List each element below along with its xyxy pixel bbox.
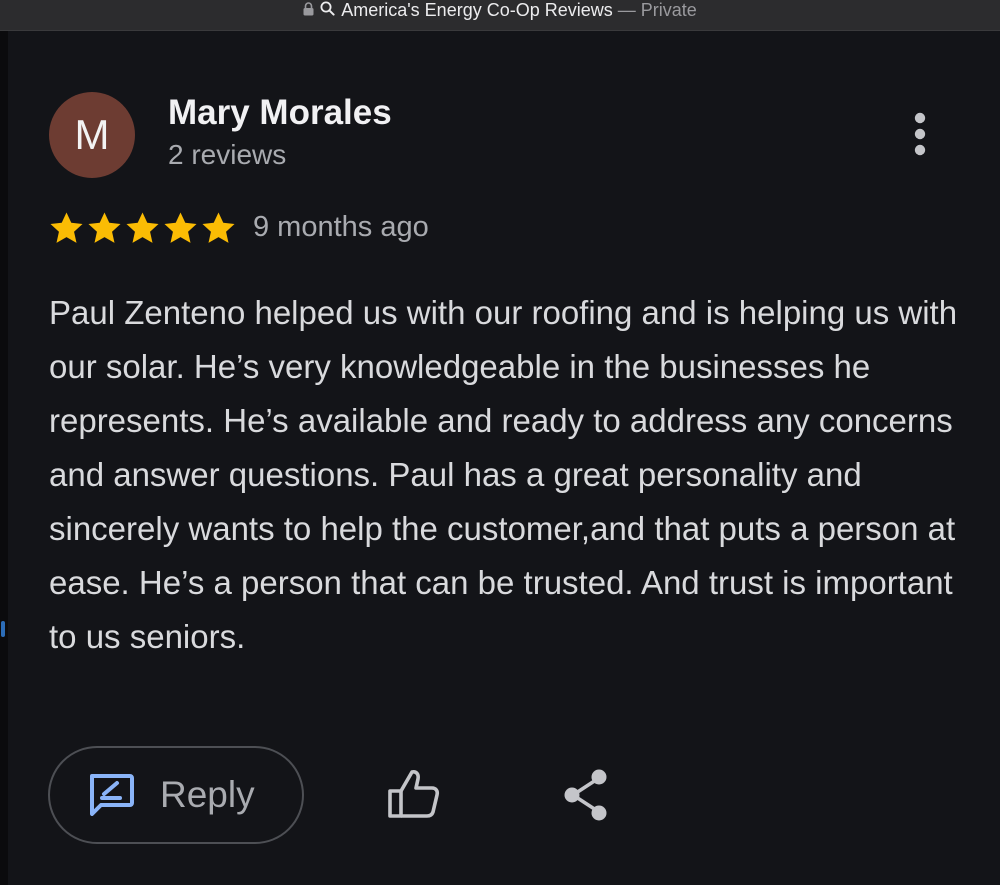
lock-icon xyxy=(303,0,314,21)
review-card: M Mary Morales 2 reviews 9 months ago Pa… xyxy=(8,31,1000,885)
avatar-initial: M xyxy=(74,111,110,158)
window-title-bar: America's Energy Co-Op Reviews — Private xyxy=(0,0,1000,31)
star-icon xyxy=(126,212,159,243)
window-title: America's Energy Co-Op Reviews xyxy=(341,0,613,20)
star-icon xyxy=(50,212,83,243)
background-accent-fragment xyxy=(1,621,5,637)
reply-label: Reply xyxy=(160,774,255,815)
star-rating xyxy=(48,210,237,247)
background-page-edge: ⁧ xyxy=(0,31,8,885)
share-button[interactable] xyxy=(561,768,611,822)
thumbs-up-icon xyxy=(388,770,440,818)
like-button[interactable] xyxy=(386,766,442,822)
star-icon xyxy=(164,212,197,243)
star-icon xyxy=(202,212,235,243)
author-name[interactable]: Mary Morales xyxy=(168,93,392,133)
reply-button[interactable]: Reply xyxy=(48,746,304,844)
reply-icon xyxy=(90,774,134,816)
review-time: 9 months ago xyxy=(253,211,429,243)
author-review-count: 2 reviews xyxy=(168,139,287,170)
share-icon xyxy=(564,769,607,821)
window-title-separator: — xyxy=(617,0,636,20)
more-options-button[interactable] xyxy=(902,107,938,161)
review-text: Paul Zenteno helped us with our roofing … xyxy=(49,294,958,655)
search-icon xyxy=(320,0,335,21)
more-vert-icon xyxy=(914,112,926,156)
private-mode-label: Private xyxy=(640,0,697,20)
star-icon xyxy=(88,212,121,243)
avatar[interactable]: M xyxy=(49,92,135,178)
